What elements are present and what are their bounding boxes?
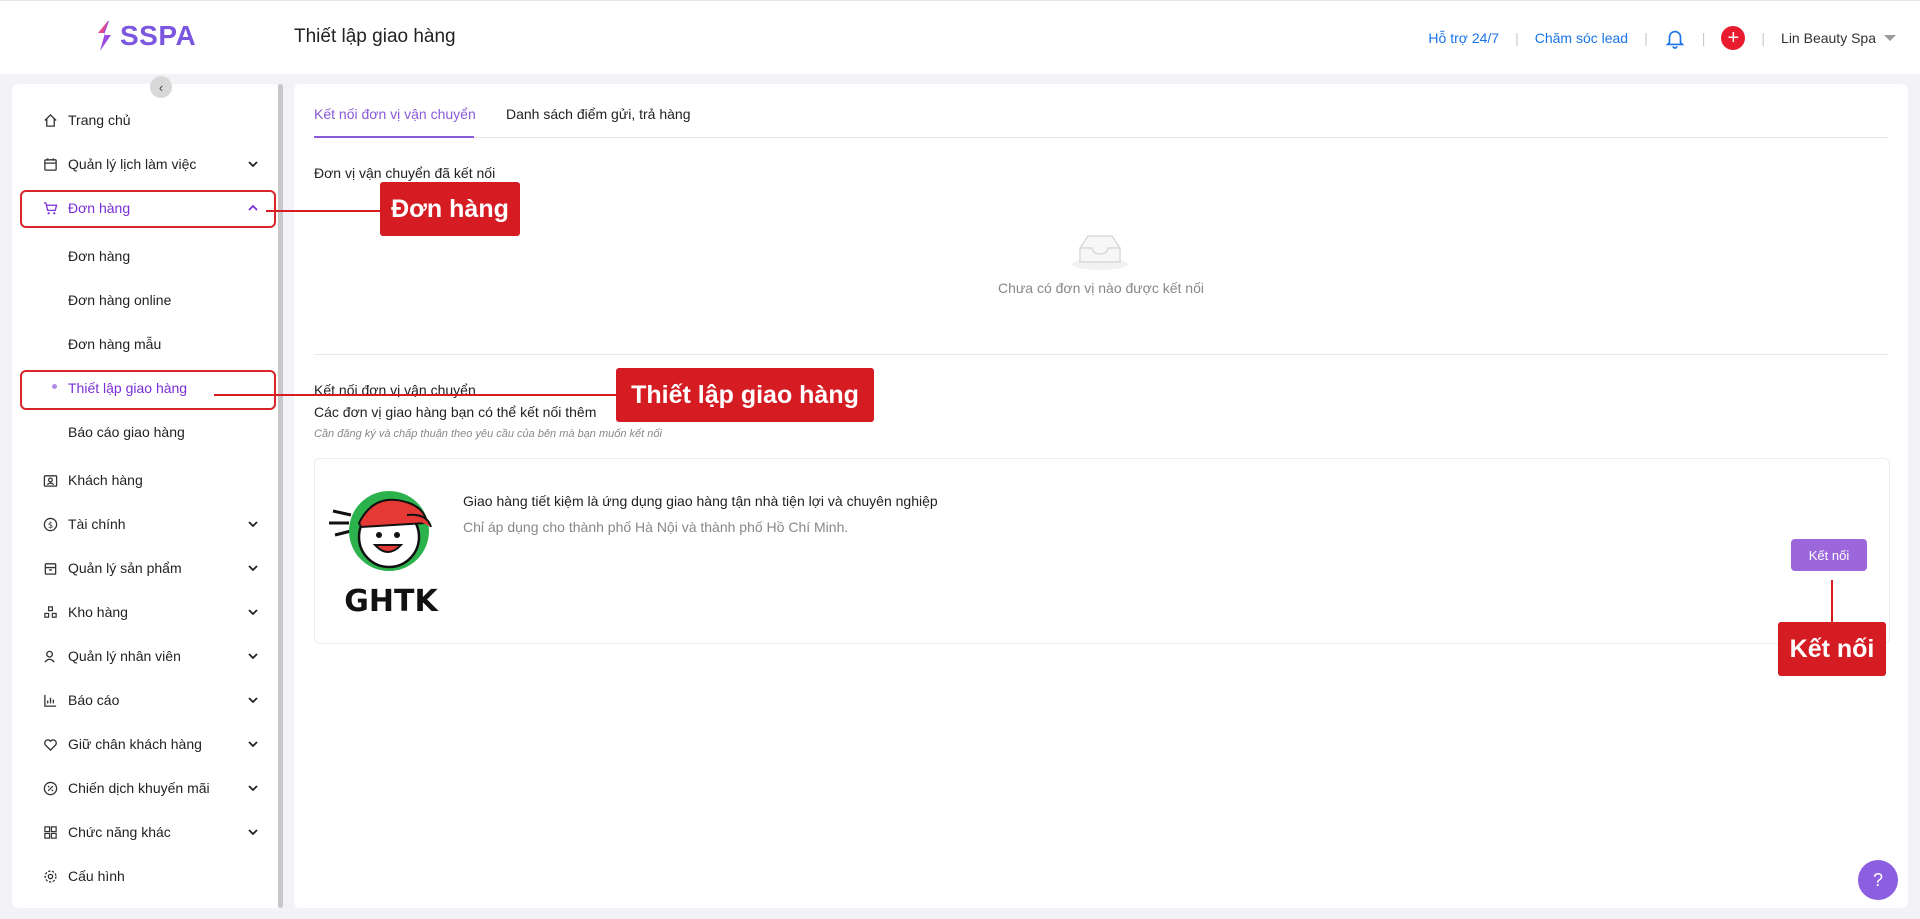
chart-icon [42,692,58,708]
submenu-item-shipping-report[interactable]: Báo cáo giao hàng [68,424,185,444]
sidebar-item-customers[interactable]: Khách hàng [42,468,267,492]
tab-bar: Kết nối đơn vị vận chuyển Danh sách điểm… [314,84,1888,138]
warehouse-icon [42,604,58,620]
divider: | [1515,30,1519,46]
annotation-highlight-shipping-setup [20,370,276,410]
connect-button[interactable]: Kết nối [1791,539,1867,571]
contact-card-icon [42,472,58,488]
tab-pickup-return-points[interactable]: Danh sách điểm gửi, trả hàng [506,106,690,122]
sidebar-item-label: Kho hàng [68,604,128,620]
section-divider [314,354,1888,355]
empty-state-text: Chưa có đơn vị nào được kết nối [998,280,1204,296]
sidebar-item-label: Quản lý nhân viên [68,648,181,664]
app-logo[interactable]: SSPA [94,19,196,53]
chevron-down-icon [248,653,258,660]
heart-icon [42,736,58,752]
sidebar-item-reports[interactable]: Báo cáo [42,688,267,712]
svg-text:GHTK: GHTK [344,584,439,617]
ghtk-logo: GHTK [329,491,439,617]
chevron-down-icon [248,521,258,528]
carrier-description: Giao hàng tiết kiệm là ứng dụng giao hàn… [463,493,938,509]
annotation-highlight-orders [20,190,276,228]
empty-inbox-icon [1072,235,1128,270]
chevron-down-icon [248,785,258,792]
bell-icon[interactable] [1664,27,1686,49]
chevron-down-icon [248,565,258,572]
annotation-arrow-connect [1831,580,1833,622]
carrier-coverage-note: Chỉ áp dụng cho thành phố Hà Nội và thàn… [463,519,849,535]
help-button[interactable]: ? [1858,860,1898,900]
tab-connect-carrier[interactable]: Kết nối đơn vị vận chuyển [314,106,476,122]
logo-mark-icon [98,21,111,51]
page-title: Thiết lập giao hàng [294,26,456,47]
sidebar-item-settings[interactable]: Cấu hình [42,864,267,888]
user-name[interactable]: Lin Beauty Spa [1781,30,1876,46]
top-header: SSPA Thiết lập giao hàng Hỗ trợ 24/7 | C… [0,0,1920,74]
submenu-item-order-templates[interactable]: Đơn hàng mẫu [68,336,161,356]
chevron-down-icon[interactable] [1884,35,1896,41]
chevron-down-icon [248,697,258,704]
add-button[interactable]: + [1721,26,1746,50]
divider: | [1644,30,1648,46]
sidebar-item-staff[interactable]: Quản lý nhân viên [42,644,267,668]
support-link[interactable]: Hỗ trợ 24/7 [1428,30,1499,46]
calendar-icon [42,156,58,172]
sidebar-item-label: Tài chính [68,516,126,532]
chevron-down-icon [248,741,258,748]
submenu-item-orders[interactable]: Đơn hàng [68,248,130,268]
sidebar-item-finance[interactable]: $ Tài chính [42,512,267,536]
home-icon [42,112,58,128]
sidebar-item-label: Chức năng khác [68,824,171,840]
sidebar-item-schedule[interactable]: Quản lý lịch làm việc [42,152,267,176]
sidebar-item-warehouse[interactable]: Kho hàng [42,600,267,624]
sidebar-item-label: Quản lý sản phẩm [68,560,182,576]
gear-icon [42,868,58,884]
sidebar-item-other-functions[interactable]: Chức năng khác [42,820,267,844]
annotation-label-connect: Kết nối [1778,622,1886,676]
logo-text: SSPA [120,20,197,51]
sidebar-item-products[interactable]: Quản lý sản phẩm [42,556,267,580]
sidebar-item-label: Chiến dịch khuyến mãi [68,780,210,796]
annotation-arrow-shipping-setup [214,394,618,396]
main-panel: Kết nối đơn vị vận chuyển Danh sách điểm… [294,84,1908,908]
grid-icon [42,824,58,840]
carrier-card-ghtk: GHTK Giao hàng tiết kiệm là ứng dụng gia… [314,458,1890,644]
header-actions: Hỗ trợ 24/7 | Chăm sóc lead | | + | Lin … [1428,23,1896,53]
discount-icon [42,780,58,796]
sidebar-item-retention[interactable]: Giữ chân khách hàng [42,732,267,756]
box-icon [42,560,58,576]
lead-care-link[interactable]: Chăm sóc lead [1535,30,1628,46]
divider: | [1701,30,1706,46]
annotation-label-shipping-setup: Thiết lập giao hàng [616,368,874,422]
sidebar-item-home[interactable]: Trang chủ [42,108,267,132]
sidebar-item-label: Cấu hình [68,868,125,884]
sidebar-item-label: Báo cáo [68,692,120,708]
connected-carriers-title: Đơn vị vận chuyển đã kết nối [314,165,496,181]
collapse-sidebar-button[interactable]: ‹ [150,76,172,98]
divider: | [1761,30,1766,46]
active-tab-indicator [314,136,474,138]
annotation-arrow-orders [266,210,380,212]
chevron-down-icon [248,829,258,836]
sidebar-item-promotions[interactable]: Chiến dịch khuyến mãi [42,776,267,800]
sidebar-item-label: Giữ chân khách hàng [68,736,202,752]
sidebar-item-label: Khách hàng [68,472,143,488]
sidebar-item-label: Quản lý lịch làm việc [68,156,197,172]
chevron-down-icon [248,609,258,616]
svg-text:$: $ [47,519,52,529]
available-carriers-title: Các đơn vị giao hàng bạn có thể kết nối … [314,404,597,420]
chevron-down-icon [248,161,258,168]
sidebar-scrollbar[interactable] [278,84,283,908]
dollar-icon: $ [42,516,58,532]
submenu-item-online-orders[interactable]: Đơn hàng online [68,292,171,312]
sidebar-item-label: Trang chủ [68,112,131,128]
annotation-label-orders: Đơn hàng [380,182,520,236]
staff-icon [42,648,58,664]
registration-hint: Cần đăng ký và chấp thuận theo yêu cầu c… [314,428,662,440]
